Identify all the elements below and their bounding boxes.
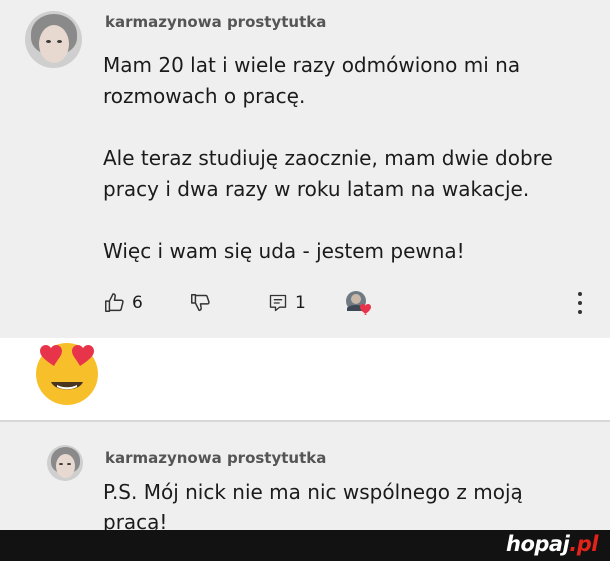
watermark-bar: hopaj.pl [0, 530, 610, 561]
dislike-button[interactable] [189, 288, 211, 318]
avatar-eye [67, 463, 71, 465]
like-button[interactable]: 6 [103, 288, 143, 318]
avatar[interactable] [25, 11, 82, 68]
reply-button[interactable]: 1 [268, 288, 306, 318]
logo-tld: .pl [569, 532, 598, 556]
thumbs-up-icon [105, 293, 124, 312]
comment-actions: 6 1 [103, 288, 593, 318]
creator-heart-icon [346, 291, 371, 315]
reply-icon [269, 294, 287, 312]
comment-text: P.S. Mój nick nie ma nic wspólnego z moj… [103, 480, 523, 534]
comment-username[interactable]: karmazynowa prostytutka [105, 13, 326, 31]
more-vert-icon [578, 301, 582, 305]
site-logo: hopaj.pl [506, 532, 598, 556]
comment-main: karmazynowa prostytutka Mam 20 lat i wie… [0, 0, 610, 338]
reaction-area [0, 338, 610, 420]
reply-count: 1 [295, 293, 306, 313]
creator-heart [345, 288, 373, 318]
comment-text: Mam 20 lat i wiele razy odmówiono mi na … [103, 53, 553, 263]
logo-text: hopaj [506, 532, 570, 556]
comment-reply: karmazynowa prostytutka P.S. Mój nick ni… [0, 422, 610, 534]
heart-eyes-emoji [36, 343, 98, 405]
avatar[interactable] [47, 445, 83, 481]
thumbs-down-icon [191, 294, 210, 312]
more-vert-icon [578, 310, 582, 314]
avatar-eye [59, 463, 63, 465]
more-options-button[interactable] [577, 292, 583, 314]
like-count: 6 [132, 293, 143, 313]
more-vert-icon [578, 292, 582, 296]
comment-username[interactable]: karmazynowa prostytutka [105, 449, 326, 467]
avatar-eye [46, 40, 51, 43]
avatar-face [39, 25, 69, 63]
avatar-eye [57, 40, 62, 43]
avatar-face [56, 454, 75, 478]
